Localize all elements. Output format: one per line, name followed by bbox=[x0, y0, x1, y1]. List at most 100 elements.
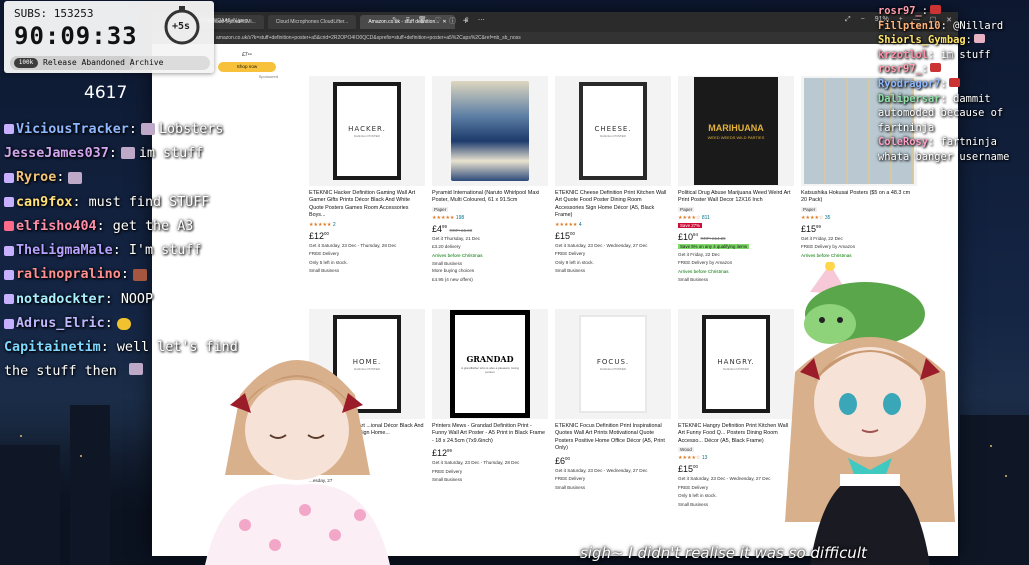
chat-text: I'm stuff bbox=[128, 243, 202, 259]
product-card[interactable]: GRANDAD A grandfather who is also a pleas… bbox=[432, 309, 548, 482]
delivery-date: Get it Friday, 22 Dec bbox=[678, 251, 720, 257]
crop-icon[interactable]: ⌗ bbox=[406, 16, 410, 26]
share-icon[interactable]: ⇪ bbox=[464, 16, 470, 26]
time-bonus: +5s bbox=[172, 21, 191, 32]
address-bar[interactable]: amazon.co.uk/s?k=stuff+definition+poster… bbox=[152, 32, 958, 44]
product-card[interactable]: FOCUS. Definition POSTER ETEKNIC Focus De… bbox=[555, 309, 671, 490]
product-image[interactable]: CHEESE. Definition POSTER bbox=[555, 76, 671, 186]
deal-badge[interactable]: Save 5% on any 4 qualifying items bbox=[678, 243, 750, 249]
product-title[interactable]: ETEKNIC Focus Definition Print Inspirati… bbox=[555, 423, 671, 453]
window-light bbox=[20, 435, 22, 437]
edit-icon[interactable]: ✎ bbox=[392, 16, 398, 26]
naruto-whirlpool-art bbox=[451, 81, 529, 181]
more-icon[interactable]: ⋯ bbox=[478, 16, 485, 26]
tab-cloud-microphones[interactable]: Cloud Microphones CloudLifter... bbox=[267, 15, 357, 29]
poster-text: MARIHUANA bbox=[708, 122, 764, 133]
chat-username: notadockter bbox=[16, 291, 105, 307]
review-count: 811 bbox=[701, 214, 710, 221]
emote-icon bbox=[930, 63, 942, 73]
small-business-badge: Small Business bbox=[555, 268, 586, 274]
poster-subtext: A grandfather who is also a pleasant, lo… bbox=[461, 366, 519, 374]
chat-username: Fillpten10 bbox=[878, 19, 941, 32]
product-title[interactable]: Political Drug Abuse Marijuana Weed Weir… bbox=[678, 190, 794, 205]
emote-icon bbox=[68, 171, 83, 184]
badge-icon bbox=[4, 124, 14, 135]
window-light bbox=[990, 445, 992, 447]
delivery-date: Get it Saturday, 23 Dec - Thursday, 28 D… bbox=[432, 460, 520, 466]
product-image[interactable]: HACKER. Definition POSTER bbox=[309, 76, 425, 186]
buying-choices[interactable]: More buying choices bbox=[432, 268, 548, 274]
badge-icon bbox=[4, 172, 14, 183]
chat-message: TheLigmaMale: I'm stuff bbox=[4, 238, 254, 262]
price-pounds: 12 bbox=[437, 448, 448, 459]
product-image[interactable]: FOCUS. Definition POSTER bbox=[555, 309, 671, 419]
tab-label: Cloud Microphones CloudLifter... bbox=[275, 19, 349, 25]
price-pence: 00 bbox=[324, 230, 329, 236]
chat-username: Dalipersar bbox=[878, 92, 941, 105]
window-light bbox=[1005, 475, 1007, 477]
badge-icon bbox=[4, 318, 14, 329]
offers[interactable]: £4.95 (4 new offers) bbox=[432, 277, 548, 283]
rating-stars[interactable]: ★★★★★ 2 bbox=[309, 222, 425, 228]
chat-username: Ryodragor7 bbox=[878, 77, 941, 90]
poster-subtext: Definition POSTER bbox=[600, 133, 626, 138]
shop-now-button[interactable]: Shop now bbox=[218, 62, 276, 72]
rating-stars[interactable]: ★★★★★ 198 bbox=[432, 215, 548, 221]
badge-icon bbox=[4, 294, 14, 305]
marihuana-poster-art: MARIHUANA WEED WEEDS WILD PARTIES bbox=[694, 77, 778, 185]
price-pence: 00 bbox=[693, 464, 698, 470]
delivery-cost: FREE Delivery bbox=[555, 476, 586, 482]
product-title[interactable]: Katsushika Hokusai Posters ($5 on a 48.3… bbox=[801, 190, 917, 205]
rrp: RRP: £14.29 bbox=[700, 235, 726, 241]
chat-message: Fillpten10: @Nillard bbox=[878, 19, 1004, 32]
badge-icon bbox=[4, 269, 14, 280]
fullscreen-icon[interactable]: ⤢ bbox=[845, 16, 851, 24]
goal-number: 100k bbox=[14, 58, 38, 68]
sponsored-card: £7⁹⁹ Shop now Sponsored bbox=[216, 52, 278, 79]
favorite-icon[interactable]: ♡ bbox=[435, 16, 441, 26]
rating-stars[interactable]: ★★★★★ 4 bbox=[555, 222, 671, 228]
product-title[interactable]: ETEKNIC Cheese Definition Print Kitchen … bbox=[555, 190, 671, 220]
product-card[interactable]: Pyramid International (Naruto Whirlpool … bbox=[432, 76, 548, 283]
product-title[interactable]: ETEKNIC Hacker Definition Gaming Wall Ar… bbox=[309, 190, 425, 220]
chat-username: Shiorls_Gymbag bbox=[878, 34, 966, 47]
subathon-hud: SUBS: 153253 90:09:33 +5s 100k Release A… bbox=[4, 1, 214, 73]
discount-badge: Save 27% bbox=[678, 222, 703, 228]
price: £600 bbox=[555, 455, 570, 466]
price: £1299 bbox=[432, 448, 452, 459]
poster-subtext: Definition POSTER bbox=[354, 133, 380, 138]
product-image[interactable]: GRANDAD A grandfather who is also a pleas… bbox=[432, 309, 548, 419]
product-card[interactable]: HACKER. Definition POSTER ETEKNIC Hacker … bbox=[309, 76, 425, 273]
chat-message: Shiorls_Gymbag: bbox=[878, 33, 1028, 48]
zoom-out-icon[interactable]: − bbox=[861, 16, 865, 24]
product-card[interactable]: MARIHUANA WEED WEEDS WILD PARTIES Politic… bbox=[678, 76, 794, 282]
chat-message: Adrus_Elric: bbox=[4, 311, 254, 335]
price-pence: 00 bbox=[565, 455, 570, 461]
product-title[interactable]: Printers Mews - Grandad Definition Print… bbox=[432, 423, 548, 445]
material-badge: Paper bbox=[678, 206, 695, 212]
chat-username: Capitainetim bbox=[4, 339, 101, 355]
product-title[interactable]: Pyramid International (Naruto Whirlpool … bbox=[432, 190, 548, 205]
review-count: 13 bbox=[701, 455, 708, 462]
small-business-badge: Small Business bbox=[309, 268, 340, 274]
chat-username: ColeRosy bbox=[878, 136, 929, 149]
chat-message: ColeRosy: fartninja whata banger usernam… bbox=[878, 136, 1010, 163]
goal-text: Release Abandoned Archive bbox=[43, 58, 164, 67]
price-pence: 94 bbox=[693, 231, 698, 237]
christmas-note: Arrives before Christmas bbox=[432, 252, 483, 258]
chat-message: ViciousTracker: Lobsters bbox=[4, 117, 254, 141]
product-image[interactable]: MARIHUANA WEED WEEDS WILD PARTIES bbox=[678, 76, 794, 186]
building bbox=[70, 405, 110, 565]
chat-username: rosr97_ bbox=[878, 63, 922, 76]
price-pounds: 15 bbox=[683, 464, 694, 475]
product-card[interactable]: CHEESE. Definition POSTER ETEKNIC Cheese … bbox=[555, 76, 671, 273]
rating-stars[interactable]: ★★★★☆ 35 bbox=[801, 215, 917, 221]
info-icon[interactable]: ⓘ bbox=[449, 16, 456, 26]
tab-bar: ...kjr9VWQAA5yN.jpeg Natural Dynamic Mi.… bbox=[152, 12, 958, 32]
chat-right: rosr97_: Fillpten10: @Nillard Shiorls_Gy… bbox=[878, 4, 1028, 165]
delete-icon[interactable]: 🗑 bbox=[418, 16, 427, 26]
delivery-date: Get it Saturday, 23 Dec - Wednesday, 27 … bbox=[555, 242, 648, 248]
emote-icon bbox=[128, 362, 143, 375]
product-image[interactable] bbox=[432, 76, 548, 186]
price-pounds: 15 bbox=[560, 230, 571, 241]
